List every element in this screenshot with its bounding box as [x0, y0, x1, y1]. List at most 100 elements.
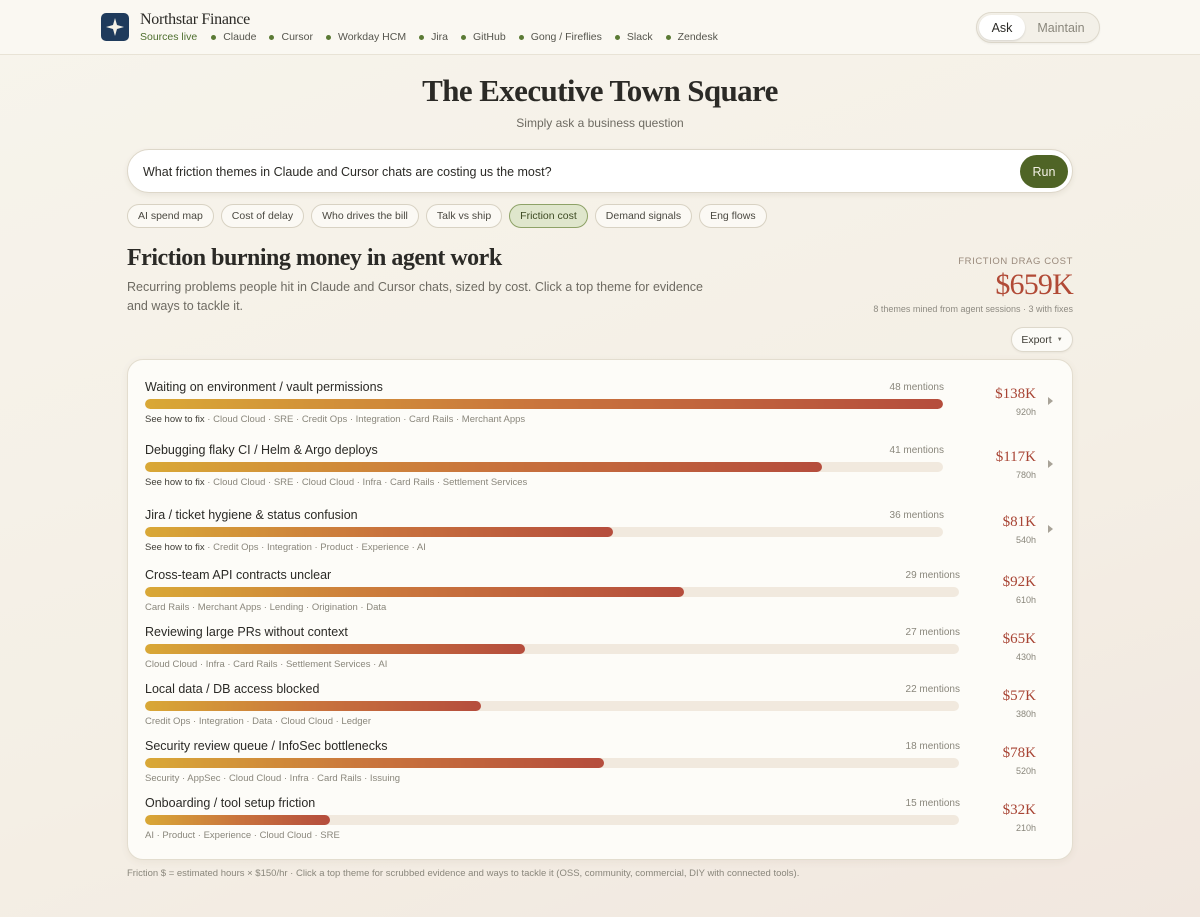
theme-hours: 380h: [1015, 709, 1036, 719]
expand-arrow-icon[interactable]: [1048, 460, 1053, 468]
chip-ai-spend-map[interactable]: AI spend map: [127, 204, 214, 228]
theme-hours: 210h: [1015, 823, 1036, 833]
theme-tags: Cloud Cloud · Infra · Card Rails · Settl…: [145, 659, 387, 670]
team-tags: Credit Ops · Integration · Data · Cloud …: [145, 716, 371, 727]
team-tags: Credit Ops · Integration · Product · Exp…: [213, 542, 426, 553]
brand-logo[interactable]: [101, 13, 129, 41]
source-label: Zendesk: [677, 31, 718, 43]
team-tags: AI · Product · Experience · Cloud Cloud …: [145, 830, 340, 841]
theme-cost: $57K: [1002, 688, 1036, 704]
source-label: Cursor: [281, 31, 313, 43]
theme-title: Jira / ticket hygiene & status confusion: [145, 508, 358, 522]
theme-title: Waiting on environment / vault permissio…: [145, 380, 383, 394]
theme-title: Cross-team API contracts unclear: [145, 568, 332, 582]
theme-hours: 610h: [1015, 595, 1036, 605]
metric-value: $659K: [995, 268, 1073, 301]
cost-bar-fill: [145, 527, 614, 537]
theme-title: Reviewing large PRs without context: [145, 625, 348, 639]
chip-cost-of-delay[interactable]: Cost of delay: [220, 204, 305, 228]
expand-arrow-icon[interactable]: [1048, 397, 1053, 405]
theme-mentions: 48 mentions: [889, 382, 944, 393]
source-label: Workday HCM: [338, 31, 407, 43]
theme-row[interactable]: Debugging flaky CI / Helm & Argo deploys…: [128, 443, 1074, 493]
theme-hours: 920h: [1015, 407, 1036, 417]
page-title: The Executive Town Square: [422, 73, 778, 108]
theme-row[interactable]: Reviewing large PRs without context 27 me…: [128, 625, 1074, 675]
status-dot-icon: [665, 34, 671, 40]
chip-talk-vs-ship[interactable]: Talk vs ship: [425, 204, 503, 228]
source-item: Gong / Fireflies: [518, 31, 602, 43]
status-dot-icon: [614, 34, 620, 40]
footnote: Friction $ = estimated hours × $150/hr ·…: [127, 868, 800, 879]
status-dot-icon: [211, 34, 217, 40]
cost-bar-track: [145, 462, 943, 472]
theme-tags: See how to fix · Credit Ops · Integratio…: [145, 542, 426, 553]
export-button[interactable]: Export ▼: [1011, 327, 1073, 352]
export-label: Export: [1021, 333, 1052, 346]
theme-cost: $32K: [1002, 802, 1036, 818]
cost-bar-fill: [145, 701, 482, 711]
theme-tags: Card Rails · Merchant Apps · Lending · O…: [145, 602, 386, 613]
cost-bar-fill: [145, 815, 330, 825]
question-input[interactable]: [143, 162, 1003, 182]
run-button[interactable]: Run: [1020, 155, 1068, 188]
source-item: GitHub: [461, 31, 506, 43]
cost-bar-track: [145, 758, 959, 768]
expand-arrow-icon[interactable]: [1048, 525, 1053, 533]
mode-ask-button[interactable]: Ask: [979, 15, 1025, 40]
theme-hours: 780h: [1015, 470, 1036, 480]
source-item: Cursor: [269, 31, 313, 43]
theme-tags: Credit Ops · Integration · Data · Cloud …: [145, 716, 371, 727]
team-tags: Card Rails · Merchant Apps · Lending · O…: [145, 602, 387, 613]
theme-title: Onboarding / tool setup friction: [145, 796, 316, 810]
cost-bar-track: [145, 399, 943, 409]
cost-bar-fill: [145, 758, 605, 768]
theme-mentions: 36 mentions: [889, 510, 944, 521]
chip-eng-flows[interactable]: Eng flows: [699, 204, 767, 228]
theme-row[interactable]: Cross-team API contracts unclear 29 menti…: [128, 568, 1074, 618]
theme-row[interactable]: Onboarding / tool setup friction 15 menti…: [128, 796, 1074, 846]
theme-title: Local data / DB access blocked: [145, 682, 320, 696]
theme-cost: $65K: [1002, 631, 1036, 647]
brand-name: Northstar Finance: [140, 11, 250, 28]
chip-who-drives-the-bill[interactable]: Who drives the bill: [311, 204, 419, 228]
cost-bar-track: [145, 644, 959, 654]
theme-cost: $81K: [1002, 514, 1036, 530]
status-dot-icon: [518, 34, 524, 40]
chip-friction-cost[interactable]: Friction cost: [509, 204, 588, 228]
theme-mentions: 41 mentions: [889, 445, 944, 456]
status-dot-icon: [269, 34, 275, 40]
theme-row[interactable]: Waiting on environment / vault permissio…: [128, 380, 1074, 430]
see-how-to-fix-link[interactable]: See how to fix: [145, 542, 205, 553]
theme-title: Security review queue / InfoSec bottlene…: [145, 739, 388, 753]
theme-tags: See how to fix · Cloud Cloud · SRE · Clo…: [145, 477, 528, 488]
sources-list: Sources live Claude Cursor Workday HCM Jira…: [140, 31, 731, 43]
theme-hours: 430h: [1015, 652, 1036, 662]
see-how-to-fix-link[interactable]: See how to fix: [145, 477, 205, 488]
source-label: Claude: [223, 31, 257, 43]
cost-bar-track: [145, 701, 959, 711]
cost-bar-fill: [145, 462, 822, 472]
theme-row[interactable]: Local data / DB access blocked 22 mention…: [128, 682, 1074, 732]
mode-maintain-button[interactable]: Maintain: [1025, 15, 1097, 40]
star-icon: [106, 18, 124, 36]
theme-row[interactable]: Security review queue / InfoSec bottlene…: [128, 739, 1074, 789]
source-item: Workday HCM: [326, 31, 406, 43]
theme-tags: AI · Product · Experience · Cloud Cloud …: [145, 830, 340, 841]
sources-status: Sources live: [140, 31, 198, 43]
theme-cost: $117K: [995, 449, 1036, 465]
caret-down-icon: ▼: [1056, 336, 1063, 343]
see-how-to-fix-link[interactable]: See how to fix: [145, 414, 205, 425]
top-bar: Northstar Finance Sources live Claude Cur…: [0, 0, 1200, 55]
section-title: Friction burning money in agent work: [127, 245, 502, 271]
preset-chips: AI spend map Cost of delay Who drives the …: [127, 204, 774, 228]
source-item: Zendesk: [665, 31, 718, 43]
theme-hours: 520h: [1015, 766, 1036, 776]
source-label: Jira: [431, 31, 448, 43]
page-subtitle: Simply ask a business question: [516, 116, 684, 130]
theme-row[interactable]: Jira / ticket hygiene & status confusion…: [128, 508, 1074, 558]
friction-themes-panel: Waiting on environment / vault permissio…: [127, 359, 1073, 860]
theme-mentions: 27 mentions: [905, 627, 960, 638]
chip-demand-signals[interactable]: Demand signals: [594, 204, 693, 228]
theme-mentions: 29 mentions: [905, 570, 960, 581]
